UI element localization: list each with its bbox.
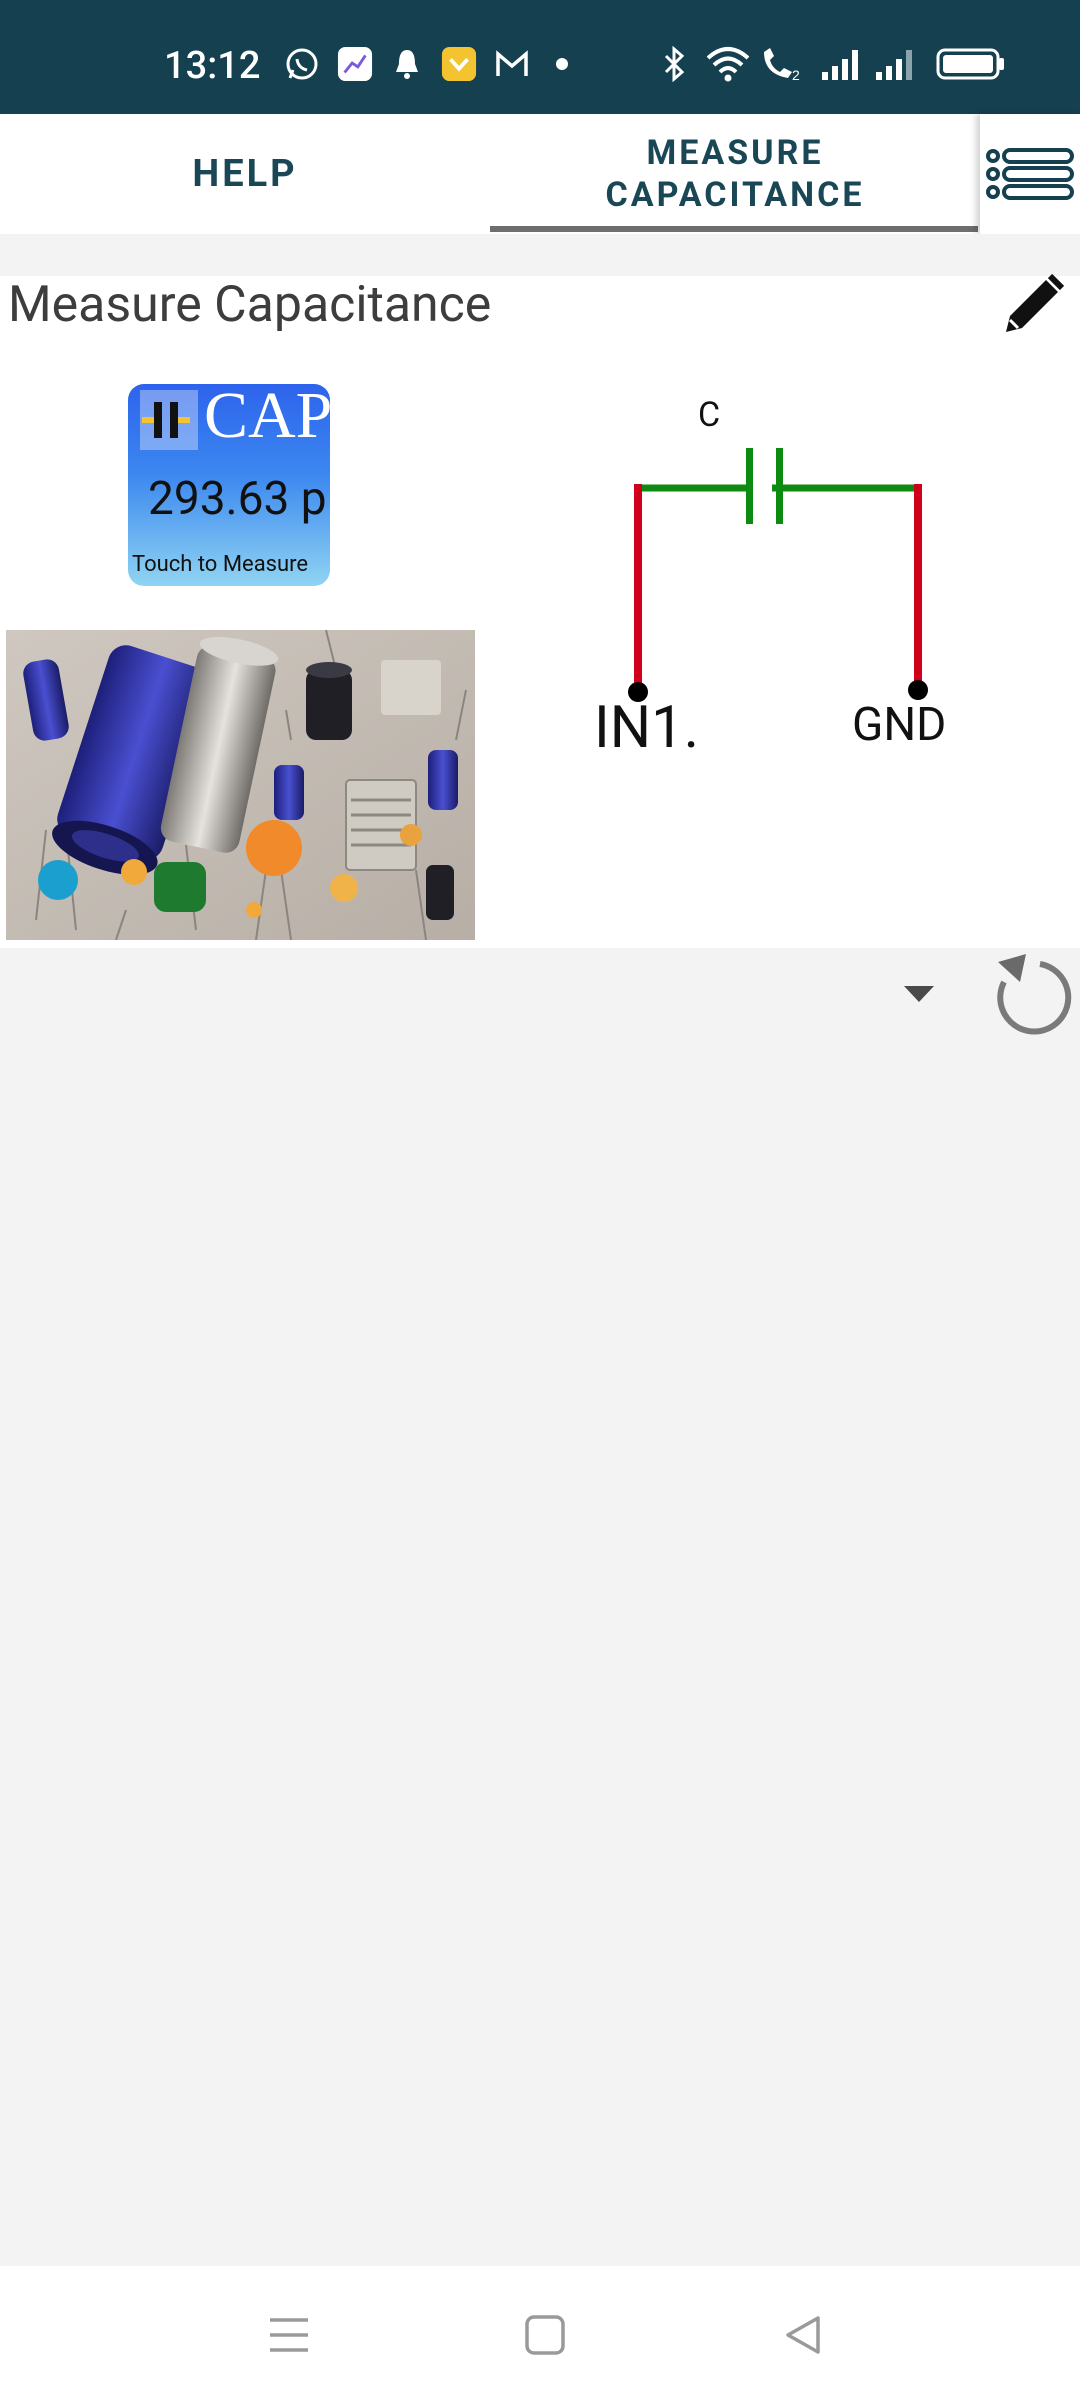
gmail-icon xyxy=(496,50,528,76)
refresh-icon xyxy=(997,954,1072,1035)
home-icon[interactable] xyxy=(524,2314,566,2356)
battery-icon xyxy=(936,48,1004,80)
active-tab-indicator xyxy=(490,226,978,232)
terminal-in1-label: IN1. xyxy=(594,694,700,762)
pencil-icon xyxy=(1006,273,1065,332)
cap-title: CAP xyxy=(204,384,330,452)
refresh-button[interactable] xyxy=(984,948,1080,1044)
list-menu-icon xyxy=(986,148,1074,200)
component-label: C xyxy=(698,395,721,435)
tab-help-label: HELP xyxy=(192,152,298,196)
capacitor-symbol-icon xyxy=(140,390,198,450)
terminal-gnd-label: GND xyxy=(852,698,947,752)
status-bar: 13:12 2 xyxy=(0,0,1080,114)
bluetooth-icon xyxy=(664,46,685,82)
tab-help[interactable]: HELP xyxy=(0,114,490,234)
back-icon[interactable] xyxy=(782,2314,824,2356)
dropdown-arrow-icon[interactable] xyxy=(902,984,936,1004)
tab-measure-label-line2: CAPACITANCE xyxy=(605,175,865,215)
messenger-icon xyxy=(337,46,373,82)
signal-icon xyxy=(822,50,858,80)
svg-text:2: 2 xyxy=(792,67,800,82)
recent-apps-icon[interactable] xyxy=(268,2316,310,2354)
dot-icon xyxy=(556,58,568,70)
edit-button[interactable] xyxy=(996,270,1068,342)
wifi-icon xyxy=(706,47,750,82)
touch-hint: Touch to Measure xyxy=(132,552,309,577)
capacitors-photo xyxy=(6,630,475,940)
wifi-calling-icon: 2 xyxy=(764,48,800,82)
page-title: Measure Capacitance xyxy=(8,276,492,334)
tab-measure-label-line1: MEASURE xyxy=(646,133,824,173)
notification-icon xyxy=(441,46,477,82)
bell-icon xyxy=(396,50,418,79)
signal-icon xyxy=(876,50,912,80)
capacitance-value: 293.63 pF xyxy=(148,472,330,526)
measure-button[interactable]: CAP 293.63 pF Touch to Measure xyxy=(128,384,330,586)
tab-measure-capacitance[interactable]: MEASURE CAPACITANCE xyxy=(490,114,980,234)
spacer xyxy=(0,234,1080,276)
status-time: 13:12 xyxy=(164,44,261,88)
whatsapp-icon xyxy=(286,48,318,80)
system-nav-bar xyxy=(0,2266,1080,2400)
menu-button[interactable] xyxy=(980,114,1080,234)
tab-bar: HELP MEASURE CAPACITANCE xyxy=(0,114,1080,234)
